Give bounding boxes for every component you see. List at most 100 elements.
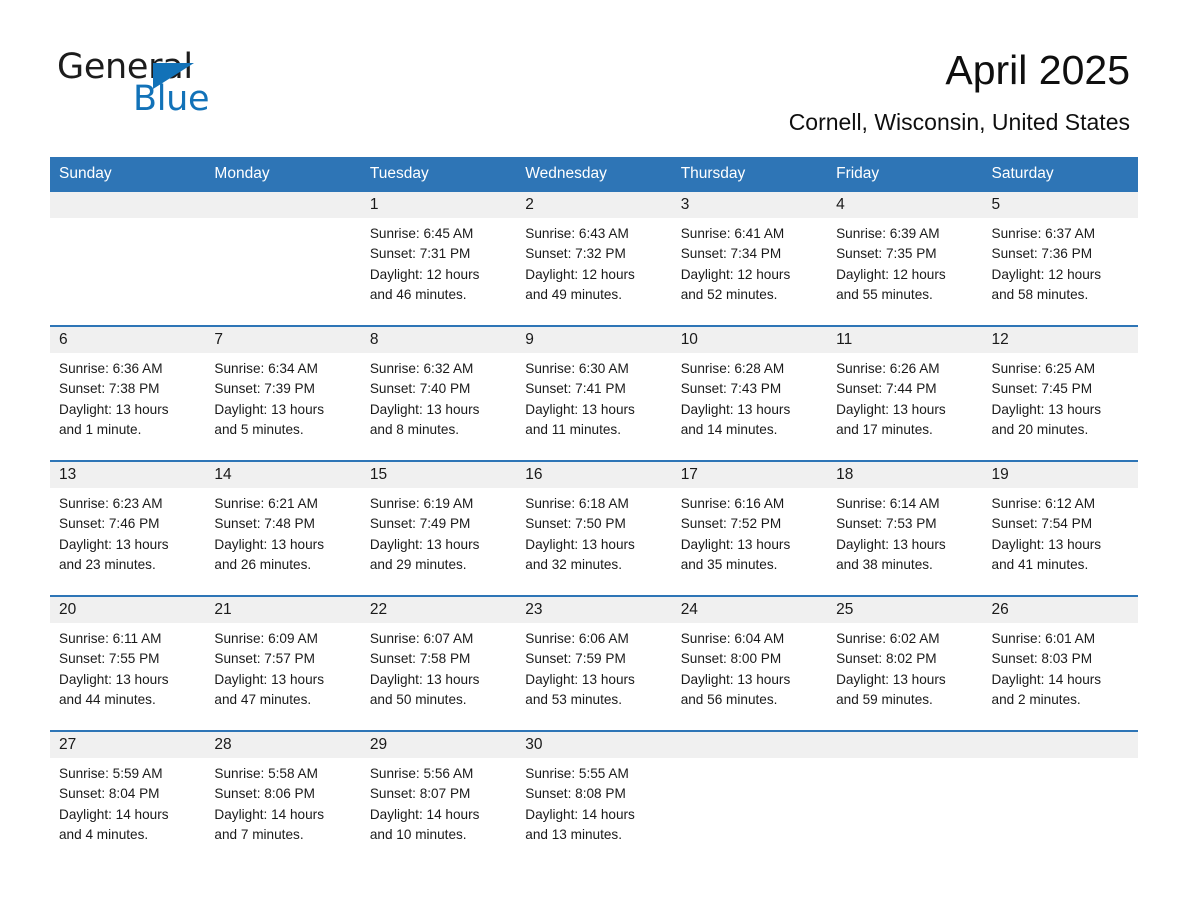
day-number: 7 — [205, 327, 361, 353]
sunset-time: Sunset: 7:40 PM — [369, 381, 471, 397]
calendar-day-cell[interactable]: 30 Sunrise: 5:55 AM Sunset: 8:08 PM Dayligh… — [516, 730, 672, 865]
sunset-time: Sunset: 7:59 PM — [525, 651, 626, 667]
daylight-duration-line1: Daylight: 12 hours — [525, 266, 635, 282]
daylight-duration-line1: Daylight: 12 hours — [836, 266, 946, 282]
sunrise-time: Sunrise: 6:18 AM — [525, 496, 629, 511]
sunset-time: Sunset: 7:57 PM — [214, 651, 315, 667]
calendar-body: 1 Sunrise: 6:45 AM Sunset: 7:31 PM Daylight… — [50, 192, 1138, 865]
day-details: Sunrise: 6:43 AM Sunset: 7:32 PM Daylight:… — [516, 218, 671, 305]
day-number: 6 — [50, 327, 206, 353]
sunset-time: Sunset: 7:36 PM — [991, 246, 1093, 262]
calendar-day-cell[interactable]: 24 Sunrise: 6:04 AM Sunset: 8:00 PM Dayligh… — [671, 595, 828, 731]
weekday-header-tuesday: Tuesday — [360, 157, 517, 192]
calendar-day-cell[interactable]: 8 Sunrise: 6:32 AM Sunset: 7:40 PM Daylight… — [360, 325, 517, 461]
calendar-day-cell[interactable]: 10 Sunrise: 6:28 AM Sunset: 7:43 PM Dayligh… — [671, 325, 828, 461]
day-details: Sunrise: 6:12 AM Sunset: 7:54 PM Daylight:… — [983, 488, 1138, 575]
sunrise-time: Sunrise: 6:37 AM — [991, 226, 1096, 241]
daylight-duration-line2: and 47 minutes. — [214, 691, 312, 707]
calendar-day-cell[interactable]: 23 Sunrise: 6:06 AM Sunset: 7:59 PM Dayligh… — [516, 595, 672, 731]
page-title: April 2025 — [945, 47, 1130, 93]
day-details: Sunrise: 6:06 AM Sunset: 7:59 PM Daylight:… — [516, 623, 671, 710]
day-details: Sunrise: 6:11 AM Sunset: 7:55 PM Daylight:… — [50, 623, 205, 710]
calendar-day-cell[interactable]: 15 Sunrise: 6:19 AM Sunset: 7:49 PM Dayligh… — [360, 460, 517, 596]
sunset-time: Sunset: 7:46 PM — [59, 516, 160, 532]
general-blue-logo[interactable]: General Blue — [57, 48, 377, 120]
calendar-page: General Blue April 2025 Cornell, Wiscons… — [0, 0, 1188, 918]
calendar-day-cell[interactable]: 3 Sunrise: 6:41 AM Sunset: 7:34 PM Daylight… — [671, 192, 828, 326]
sunset-time: Sunset: 7:49 PM — [369, 516, 471, 532]
calendar-day-cell[interactable]: 9 Sunrise: 6:30 AM Sunset: 7:41 PM Daylight… — [516, 325, 672, 461]
day-number: 18 — [827, 462, 983, 488]
daylight-duration-line1: Daylight: 14 hours — [525, 806, 635, 822]
sunrise-time: Sunrise: 6:04 AM — [680, 631, 785, 646]
daylight-duration-line1: Daylight: 13 hours — [214, 536, 324, 552]
sunrise-time: Sunrise: 6:19 AM — [369, 496, 474, 511]
sunrise-time: Sunrise: 6:30 AM — [525, 361, 629, 376]
calendar-day-cell[interactable]: 18 Sunrise: 6:14 AM Sunset: 7:53 PM Dayligh… — [827, 460, 983, 596]
sunrise-time: Sunrise: 6:11 AM — [59, 631, 162, 646]
day-details: Sunrise: 6:39 AM Sunset: 7:35 PM Daylight:… — [827, 218, 982, 305]
calendar-day-cell[interactable]: 28 Sunrise: 5:58 AM Sunset: 8:06 PM Dayligh… — [205, 730, 361, 865]
daylight-duration-line2: and 29 minutes. — [369, 556, 467, 572]
title-block: April 2025 Cornell, Wisconsin, United St… — [430, 44, 1130, 136]
day-number: 1 — [360, 192, 517, 218]
day-details: Sunrise: 6:02 AM Sunset: 8:02 PM Daylight:… — [827, 623, 982, 710]
calendar-day-cell[interactable]: 13 Sunrise: 6:23 AM Sunset: 7:46 PM Dayligh… — [50, 460, 206, 596]
daylight-duration-line1: Daylight: 14 hours — [991, 671, 1102, 687]
daylight-duration-line1: Daylight: 13 hours — [525, 536, 635, 552]
calendar-cell-empty — [827, 730, 983, 865]
calendar-day-cell[interactable]: 20 Sunrise: 6:11 AM Sunset: 7:55 PM Dayligh… — [50, 595, 206, 731]
day-number — [205, 192, 361, 218]
calendar-day-cell[interactable]: 12 Sunrise: 6:25 AM Sunset: 7:45 PM Dayligh… — [982, 325, 1138, 461]
calendar-day-cell[interactable]: 25 Sunrise: 6:02 AM Sunset: 8:02 PM Dayligh… — [827, 595, 983, 731]
calendar-day-cell[interactable]: 11 Sunrise: 6:26 AM Sunset: 7:44 PM Dayligh… — [827, 325, 983, 461]
calendar-day-cell[interactable]: 17 Sunrise: 6:16 AM Sunset: 7:52 PM Dayligh… — [671, 460, 828, 596]
weekday-header-wednesday: Wednesday — [516, 157, 672, 192]
daylight-duration-line1: Daylight: 13 hours — [214, 671, 324, 687]
weekday-header-monday: Monday — [205, 157, 361, 192]
sunrise-time: Sunrise: 6:21 AM — [214, 496, 318, 511]
daylight-duration-line2: and 26 minutes. — [214, 556, 312, 572]
day-number: 5 — [982, 192, 1138, 218]
calendar-day-cell[interactable]: 7 Sunrise: 6:34 AM Sunset: 7:39 PM Daylight… — [205, 325, 361, 461]
day-details: Sunrise: 6:09 AM Sunset: 7:57 PM Daylight:… — [205, 623, 360, 710]
day-details: Sunrise: 6:37 AM Sunset: 7:36 PM Daylight:… — [983, 218, 1138, 305]
daylight-duration-line1: Daylight: 13 hours — [59, 671, 169, 687]
day-number: 10 — [671, 327, 828, 353]
day-number: 2 — [516, 192, 672, 218]
calendar-day-cell[interactable]: 2 Sunrise: 6:43 AM Sunset: 7:32 PM Daylight… — [516, 192, 672, 326]
sunrise-time: Sunrise: 6:01 AM — [991, 631, 1096, 646]
calendar-day-cell[interactable]: 6 Sunrise: 6:36 AM Sunset: 7:38 PM Daylight… — [50, 325, 206, 461]
calendar-day-cell[interactable]: 4 Sunrise: 6:39 AM Sunset: 7:35 PM Daylight… — [827, 192, 983, 326]
daylight-duration-line1: Daylight: 13 hours — [525, 401, 635, 417]
calendar-day-cell[interactable]: 14 Sunrise: 6:21 AM Sunset: 7:48 PM Dayligh… — [205, 460, 361, 596]
calendar-day-cell[interactable]: 22 Sunrise: 6:07 AM Sunset: 7:58 PM Dayligh… — [360, 595, 517, 731]
sunset-time: Sunset: 7:50 PM — [525, 516, 626, 532]
daylight-duration-line1: Daylight: 13 hours — [369, 671, 480, 687]
day-details: Sunrise: 6:30 AM Sunset: 7:41 PM Daylight:… — [516, 353, 671, 440]
calendar-day-cell[interactable]: 19 Sunrise: 6:12 AM Sunset: 7:54 PM Dayligh… — [982, 460, 1138, 596]
calendar-day-cell[interactable]: 16 Sunrise: 6:18 AM Sunset: 7:50 PM Dayligh… — [516, 460, 672, 596]
calendar-day-cell[interactable]: 1 Sunrise: 6:45 AM Sunset: 7:31 PM Daylight… — [360, 192, 517, 326]
calendar-day-cell[interactable]: 29 Sunrise: 5:56 AM Sunset: 8:07 PM Dayligh… — [360, 730, 517, 865]
sunrise-time: Sunrise: 5:58 AM — [214, 766, 318, 781]
weekday-header-sunday: Sunday — [50, 157, 206, 192]
calendar-week-row: 27 Sunrise: 5:59 AM Sunset: 8:04 PM Dayligh… — [50, 730, 1138, 865]
sunrise-time: Sunrise: 6:43 AM — [525, 226, 629, 241]
sunset-time: Sunset: 8:07 PM — [369, 786, 471, 802]
daylight-duration-line2: and 14 minutes. — [680, 421, 778, 437]
calendar-week-row: 6 Sunrise: 6:36 AM Sunset: 7:38 PM Daylight… — [50, 325, 1138, 461]
calendar-day-cell[interactable]: 21 Sunrise: 6:09 AM Sunset: 7:57 PM Dayligh… — [205, 595, 361, 731]
sunrise-time: Sunrise: 6:26 AM — [836, 361, 940, 376]
calendar-day-cell[interactable]: 5 Sunrise: 6:37 AM Sunset: 7:36 PM Daylight… — [982, 192, 1138, 326]
sunset-time: Sunset: 7:38 PM — [59, 381, 160, 397]
daylight-duration-line2: and 11 minutes. — [525, 421, 621, 437]
daylight-duration-line2: and 59 minutes. — [836, 691, 933, 707]
calendar-day-cell[interactable]: 27 Sunrise: 5:59 AM Sunset: 8:04 PM Dayligh… — [50, 730, 206, 865]
daylight-duration-line2: and 4 minutes. — [59, 826, 149, 842]
calendar-day-cell[interactable]: 26 Sunrise: 6:01 AM Sunset: 8:03 PM Dayligh… — [982, 595, 1138, 731]
daylight-duration-line2: and 23 minutes. — [59, 556, 156, 572]
daylight-duration-line2: and 17 minutes. — [836, 421, 933, 437]
daylight-duration-line2: and 41 minutes. — [991, 556, 1089, 572]
sunset-time: Sunset: 7:31 PM — [369, 246, 471, 262]
